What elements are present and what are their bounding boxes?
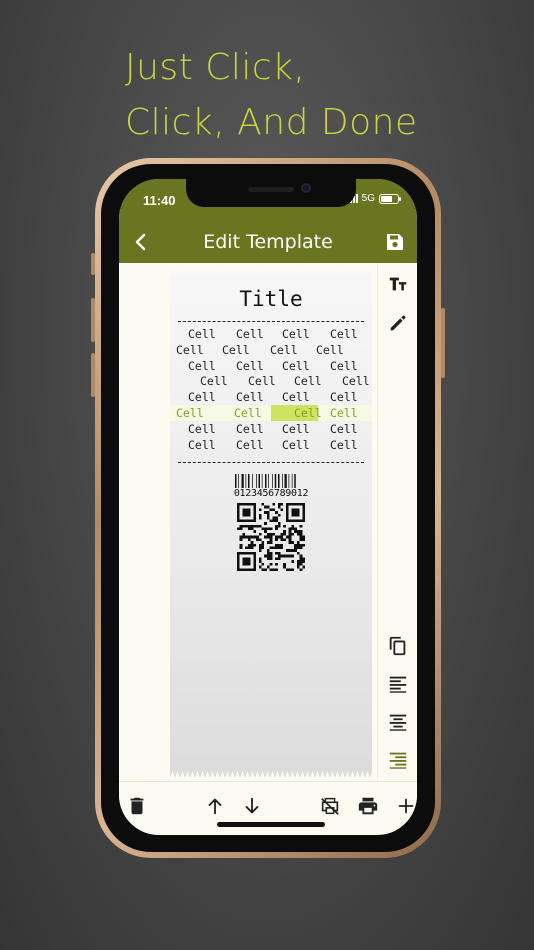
app-screen: 11:40 5G Edit Template Title Cell Cell C… [119, 179, 417, 835]
table-row[interactable]: Cell Cell Cell Cell [170, 437, 372, 453]
status-time: 11:40 [143, 193, 176, 208]
table-cell[interactable]: Cell [282, 422, 310, 436]
table-cell[interactable]: Cell [330, 327, 358, 341]
table-row[interactable]: Cell Cell Cell Cell [170, 404, 372, 421]
table-cell[interactable]: Cell [330, 406, 358, 420]
divider [178, 321, 364, 322]
barcode-number: 0123456789012 [233, 488, 309, 499]
table-cell[interactable]: Cell [282, 390, 310, 404]
divider [178, 462, 364, 463]
table-cell[interactable]: Cell [282, 327, 310, 341]
table-cell[interactable]: Cell [294, 374, 322, 388]
page-title: Edit Template [203, 231, 333, 253]
promo-headline: Just Click, Click, And Done [125, 40, 418, 150]
table-cell[interactable]: Cell [188, 359, 216, 373]
table-row[interactable]: Cell Cell Cell Cell [170, 342, 372, 358]
table-cell[interactable]: Cell [248, 374, 276, 388]
table-cell[interactable]: Cell [176, 406, 204, 420]
table-cell[interactable]: Cell [222, 343, 250, 357]
format-toolbar [377, 263, 417, 781]
move-up-icon[interactable] [204, 795, 226, 817]
table-cell[interactable]: Cell [330, 422, 358, 436]
receipt-edge-top [170, 268, 372, 275]
table-cell[interactable]: Cell [316, 343, 344, 357]
table-cell[interactable]: Cell [200, 374, 228, 388]
add-icon[interactable] [395, 795, 417, 817]
table-row[interactable]: Cell Cell Cell Cell [170, 389, 372, 405]
promo-line-1: Just Click, [125, 47, 306, 88]
phone-frame: 11:40 5G Edit Template Title Cell Cell C… [91, 158, 445, 858]
align-right-icon[interactable] [387, 749, 409, 771]
receipt-title[interactable]: Title [170, 287, 372, 311]
print-icon[interactable] [357, 795, 379, 817]
table-cell[interactable]: Cell [236, 422, 264, 436]
save-icon[interactable] [383, 230, 407, 254]
template-editor: Title Cell Cell Cell Cell Cell Cell Cell Cell Ce… [119, 263, 417, 781]
table-cell[interactable]: Cell [236, 359, 264, 373]
receipt-edge-bottom [170, 771, 372, 778]
bottom-toolbar [119, 781, 417, 833]
table-row[interactable]: Cell Cell Cell Cell [170, 373, 372, 389]
table-cell[interactable]: Cell [330, 390, 358, 404]
table-row[interactable]: Cell Cell Cell Cell [170, 358, 372, 374]
table-cell[interactable]: Cell [188, 422, 216, 436]
align-center-icon[interactable] [387, 711, 409, 733]
battery-icon [379, 193, 401, 204]
table-cell[interactable]: Cell [188, 390, 216, 404]
table-cell[interactable]: Cell [188, 438, 216, 452]
edit-icon[interactable] [387, 312, 409, 334]
move-down-icon[interactable] [241, 795, 263, 817]
network-type: 5G [361, 193, 375, 204]
table-row[interactable]: Cell Cell Cell Cell [170, 421, 372, 437]
print-preview-icon[interactable] [319, 795, 341, 817]
promo-line-2: Click, And Done [125, 102, 418, 143]
text-size-icon[interactable] [387, 273, 409, 295]
table-row[interactable]: Cell Cell Cell Cell [170, 326, 372, 342]
table-cell[interactable]: Cell [270, 343, 298, 357]
table-cell[interactable]: Cell [330, 359, 358, 373]
table-cell[interactable]: Cell [176, 343, 204, 357]
table-cell[interactable]: Cell [236, 438, 264, 452]
table-cell[interactable]: Cell [342, 374, 370, 388]
table-cell[interactable]: Cell [234, 406, 262, 420]
table-cell[interactable]: Cell [282, 438, 310, 452]
table-cell[interactable]: Cell [188, 327, 216, 341]
nav-bar: Edit Template [119, 221, 417, 263]
delete-icon[interactable] [126, 795, 148, 817]
chevron-left-icon[interactable] [129, 230, 153, 254]
status-bar: 11:40 5G [119, 179, 417, 221]
table-cell[interactable]: Cell [282, 359, 310, 373]
home-indicator [217, 822, 325, 827]
table-cell[interactable]: Cell [236, 327, 264, 341]
align-left-icon[interactable] [387, 673, 409, 695]
copy-icon[interactable] [387, 635, 409, 657]
table-cell[interactable]: Cell [236, 390, 264, 404]
table-cell[interactable]: Cell [330, 438, 358, 452]
receipt-table[interactable]: Cell Cell Cell Cell Cell Cell Cell Cell Cell Cell… [170, 326, 372, 452]
notch [186, 179, 356, 207]
table-cell[interactable]: Cell [294, 406, 322, 420]
qr-code[interactable] [237, 503, 305, 571]
receipt-preview[interactable]: Title Cell Cell Cell Cell Cell Cell Cell Cell Ce… [170, 268, 372, 778]
